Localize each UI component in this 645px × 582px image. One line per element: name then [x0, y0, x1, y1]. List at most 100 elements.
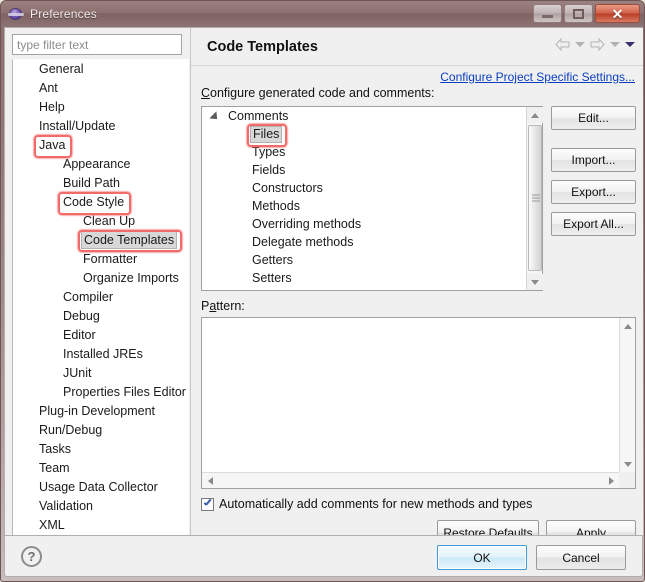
- maximize-button[interactable]: [564, 4, 593, 23]
- preferences-window: Preferences ✕ General Ant Help Install/Upda…: [0, 0, 645, 582]
- sidebar-item-label: Tasks: [39, 442, 71, 456]
- export-button[interactable]: Export...: [551, 180, 636, 204]
- sidebar-item-code-templates[interactable]: Code Templates: [13, 231, 189, 250]
- sidebar-item-label: Plug-in Development: [39, 404, 156, 418]
- sidebar-item-label: Usage Data Collector: [39, 480, 158, 494]
- expand-collapse-icon[interactable]: [209, 111, 221, 123]
- scrollbar-thumb[interactable]: [528, 125, 542, 271]
- pattern-scroll-up-icon: [624, 323, 632, 329]
- comments-tree-item-label: Delegate methods: [252, 235, 354, 249]
- minimize-button[interactable]: [533, 4, 562, 23]
- scrollbar-corner: [619, 472, 635, 488]
- sidebar-item-properties-files-editor[interactable]: Properties Files Editor: [13, 383, 189, 402]
- sidebar-item-plug-in-development[interactable]: Plug-in Development: [13, 402, 189, 421]
- comments-tree-scrollbar[interactable]: [526, 107, 543, 290]
- pattern-scroll-down-icon: [624, 461, 632, 467]
- sidebar-item-debug[interactable]: Debug: [13, 307, 189, 326]
- sidebar-item-install-update[interactable]: Install/Update: [13, 117, 189, 136]
- comments-tree-item-getters[interactable]: Getters: [202, 251, 542, 269]
- sidebar-item-run-debug[interactable]: Run/Debug: [13, 421, 189, 440]
- comments-tree-item-label: Overriding methods: [252, 217, 362, 231]
- configure-project-specific-settings-link[interactable]: Configure Project Specific Settings...: [440, 70, 635, 84]
- sidebar-item-tasks[interactable]: Tasks: [13, 440, 189, 459]
- close-button[interactable]: ✕: [595, 4, 640, 23]
- sidebar-item-label: XML: [39, 518, 65, 532]
- sidebar-item-code-style[interactable]: Code Style: [13, 193, 189, 212]
- auto-comments-label: Automatically add comments for new metho…: [219, 497, 533, 511]
- edit-button[interactable]: Edit...: [551, 106, 636, 130]
- import-button[interactable]: Import...: [551, 148, 636, 172]
- forward-dropdown-icon[interactable]: [610, 42, 620, 47]
- back-dropdown-icon[interactable]: [575, 42, 585, 47]
- comments-tree-item-delegate-methods[interactable]: Delegate methods: [202, 233, 542, 251]
- sidebar-item-general[interactable]: General: [13, 60, 189, 79]
- sidebar-item-xml[interactable]: XML: [13, 516, 189, 535]
- pattern-scroll-down-button[interactable]: [620, 456, 636, 472]
- preferences-tree[interactable]: General Ant Help Install/Update Java Appearan…: [12, 59, 189, 549]
- back-arrow-icon[interactable]: [555, 38, 570, 51]
- export-all-button[interactable]: Export All...: [551, 212, 636, 236]
- sidebar-item-compiler[interactable]: Compiler: [13, 288, 189, 307]
- navigation-arrows: [555, 38, 635, 51]
- sidebar-item-label: Properties Files Editor: [63, 385, 186, 399]
- comments-tree-item-fields[interactable]: Fields: [202, 161, 542, 179]
- sidebar-item-installed-jres[interactable]: Installed JREs: [13, 345, 189, 364]
- comments-tree-item-label: Constructors: [252, 181, 323, 195]
- sidebar-item-label: Validation: [39, 499, 93, 513]
- ok-button[interactable]: OK: [437, 545, 527, 570]
- sidebar-item-label: Editor: [63, 328, 96, 342]
- comments-tree[interactable]: Comments Files Types Fields Constructors Meth…: [202, 107, 542, 287]
- sidebar-item-label: Ant: [39, 81, 58, 95]
- comments-tree-item-comments[interactable]: Comments: [202, 107, 542, 125]
- forward-arrow-icon[interactable]: [590, 38, 605, 51]
- comments-tree-item-files[interactable]: Files: [202, 125, 542, 143]
- sidebar-item-build-path[interactable]: Build Path: [13, 174, 189, 193]
- pattern-scroll-up-button[interactable]: [620, 318, 636, 334]
- pattern-horizontal-scrollbar[interactable]: [202, 472, 635, 488]
- maximize-icon: [573, 8, 584, 19]
- scroll-up-button[interactable]: [527, 107, 543, 123]
- filter-input[interactable]: [12, 34, 182, 55]
- sidebar-item-label: Installed JREs: [63, 347, 143, 361]
- help-icon[interactable]: ?: [21, 546, 42, 567]
- comments-tree-item-setters[interactable]: Setters: [202, 269, 542, 287]
- sidebar-item-label: JUnit: [63, 366, 92, 380]
- sidebar-item-java[interactable]: Java: [13, 136, 189, 155]
- menu-dropdown-icon[interactable]: [625, 42, 635, 47]
- sidebar-item-clean-up[interactable]: Clean Up: [13, 212, 189, 231]
- sidebar-item-validation[interactable]: Validation: [13, 497, 189, 516]
- sidebar-item-junit[interactable]: JUnit: [13, 364, 189, 383]
- auto-comments-checkbox-row[interactable]: Automatically add comments for new metho…: [201, 497, 532, 511]
- sidebar-item-organize-imports[interactable]: Organize Imports: [13, 269, 189, 288]
- comments-tree-item-label: Types: [252, 145, 286, 159]
- preferences-sidebar: General Ant Help Install/Update Java Appearan…: [5, 28, 189, 553]
- sidebar-item-usage-data-collector[interactable]: Usage Data Collector: [13, 478, 189, 497]
- sidebar-item-label: Code Style: [63, 195, 125, 209]
- page-title: Code Templates: [207, 38, 318, 55]
- sidebar-item-appearance[interactable]: Appearance: [13, 155, 189, 174]
- dialog-client-area: General Ant Help Install/Update Java Appearan…: [4, 27, 643, 554]
- comments-tree-item-overriding-methods[interactable]: Overriding methods: [202, 215, 542, 233]
- sidebar-item-editor[interactable]: Editor: [13, 326, 189, 345]
- sidebar-item-label: Organize Imports: [83, 271, 179, 285]
- comments-tree-item-methods[interactable]: Methods: [202, 197, 542, 215]
- cancel-button[interactable]: Cancel: [536, 545, 626, 570]
- comments-tree-item-constructors[interactable]: Constructors: [202, 179, 542, 197]
- sidebar-item-label: Java: [39, 138, 66, 152]
- scroll-down-button[interactable]: [527, 274, 543, 290]
- sidebar-item-label: Appearance: [63, 157, 131, 171]
- sidebar-item-ant[interactable]: Ant: [13, 79, 189, 98]
- sidebar-item-help[interactable]: Help: [13, 98, 189, 117]
- auto-comments-checkbox[interactable]: [201, 497, 214, 511]
- sidebar-item-formatter[interactable]: Formatter: [13, 250, 189, 269]
- sidebar-item-label: Clean Up: [83, 214, 136, 228]
- pattern-vertical-scrollbar[interactable]: [619, 318, 635, 472]
- sidebar-item-team[interactable]: Team: [13, 459, 189, 478]
- window-title: Preferences: [30, 7, 97, 21]
- comments-tree-item-types[interactable]: Types: [202, 143, 542, 161]
- pattern-textarea[interactable]: [201, 317, 636, 489]
- sidebar-item-label: Help: [39, 100, 65, 114]
- pattern-scroll-right-button[interactable]: [603, 473, 619, 489]
- sidebar-item-label: Run/Debug: [39, 423, 103, 437]
- pattern-scroll-left-button[interactable]: [202, 473, 218, 489]
